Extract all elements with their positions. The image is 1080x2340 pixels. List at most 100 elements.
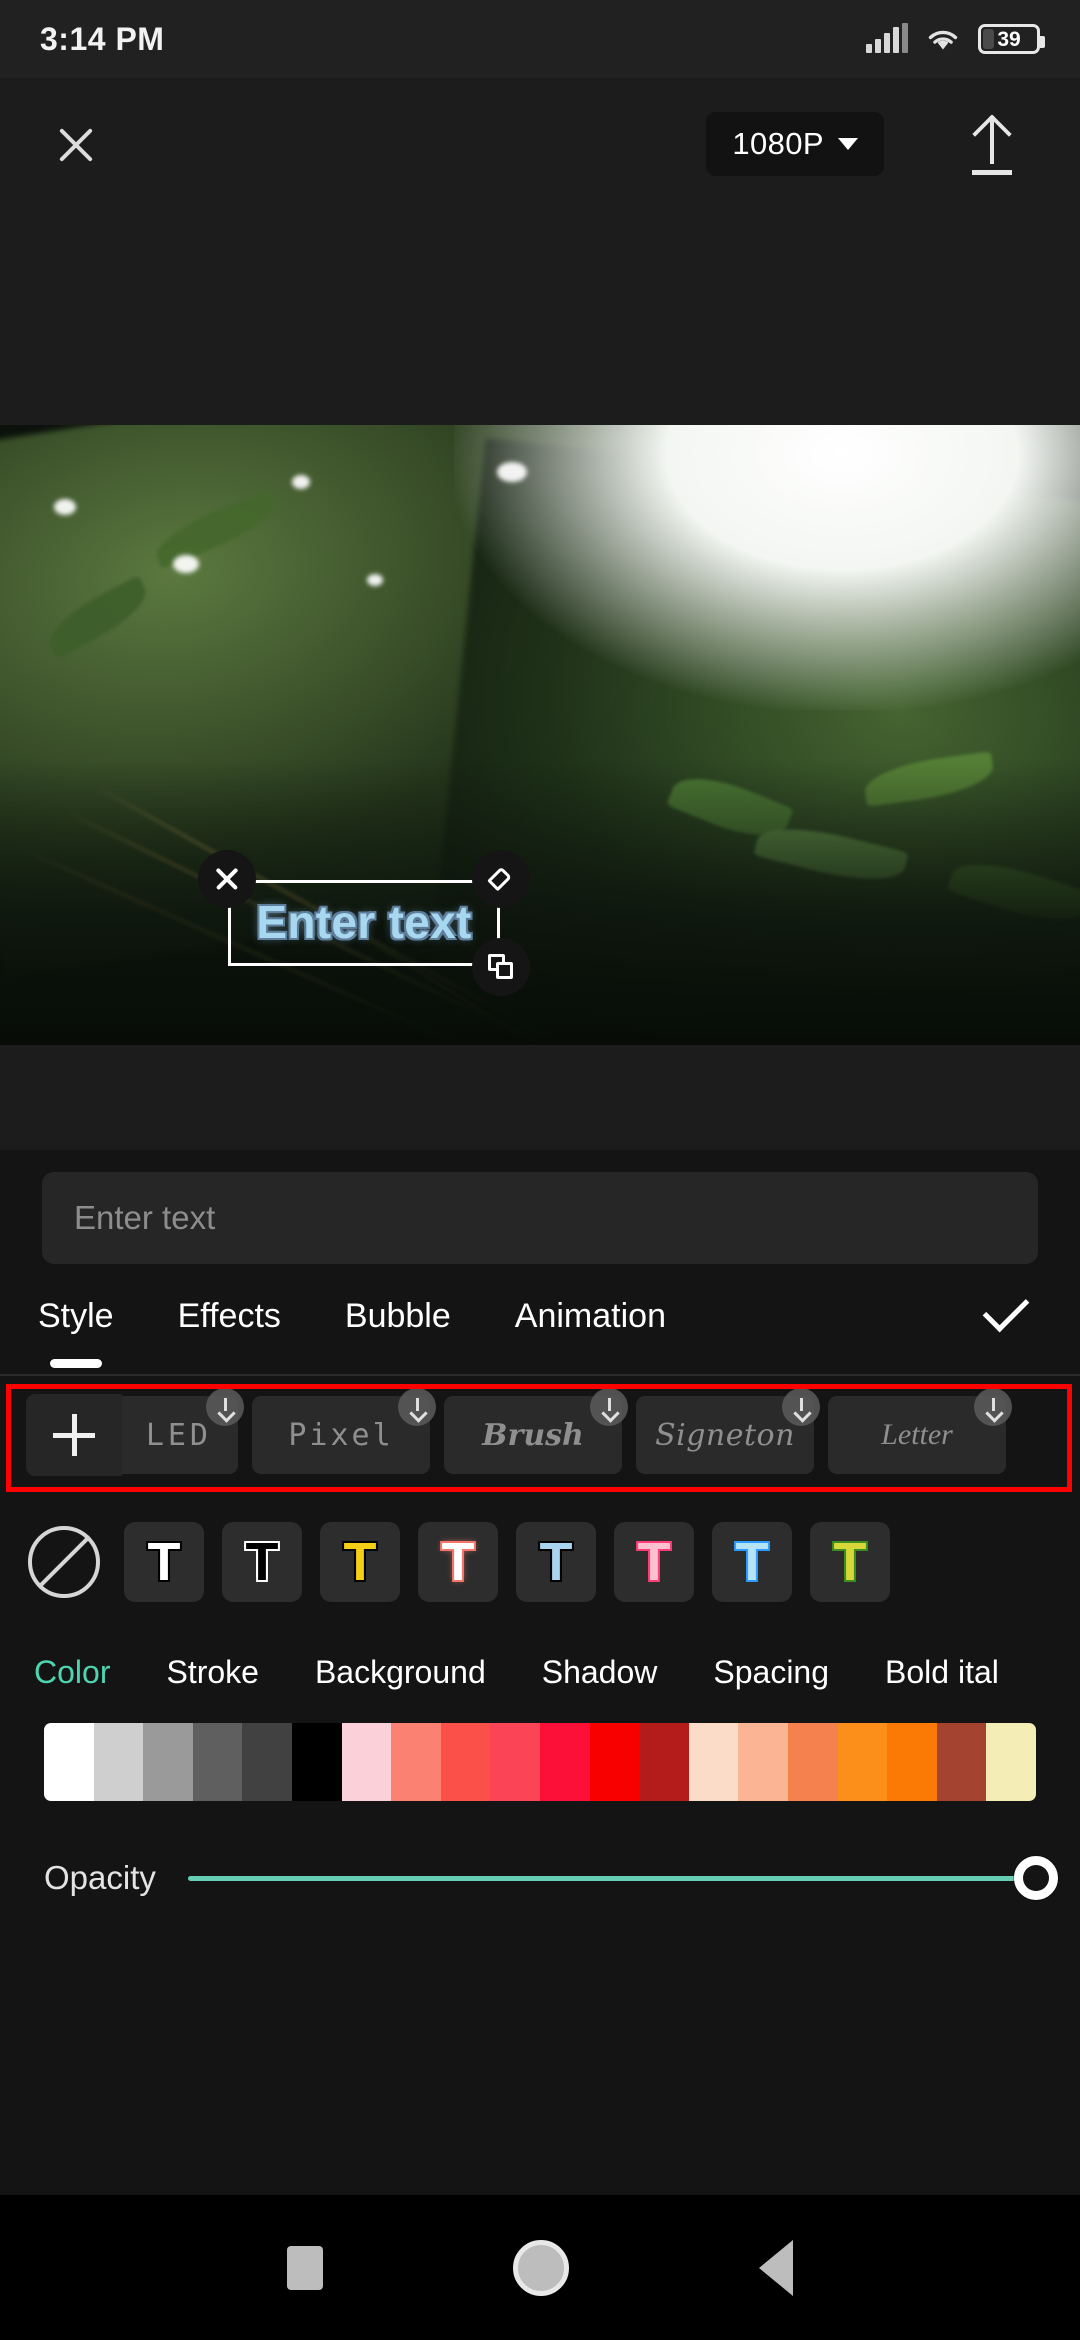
font-name-pixel: Pixel: [288, 1417, 394, 1453]
text-preset-white[interactable]: T: [124, 1522, 204, 1602]
font-card-signeton[interactable]: Signeton: [636, 1388, 820, 1474]
text-preset-red-glow[interactable]: T: [418, 1522, 498, 1602]
opacity-control: Opacity: [0, 1801, 1080, 1903]
color-swatch-12[interactable]: [639, 1723, 689, 1801]
font-name-letter: Letter: [881, 1418, 953, 1451]
tab-effects-label: Effects: [177, 1296, 281, 1335]
color-swatch-15[interactable]: [787, 1723, 838, 1801]
tab-active-indicator: [49, 1358, 102, 1368]
text-preset-row[interactable]: T T T T T T T T: [0, 1496, 1080, 1628]
opacity-label: Opacity: [44, 1859, 156, 1896]
triangle-back-icon[interactable]: [759, 2239, 793, 2296]
tab-bubble[interactable]: Bubble: [345, 1297, 451, 1344]
color-swatch-2[interactable]: [143, 1723, 193, 1801]
color-swatch-6[interactable]: [341, 1723, 392, 1801]
app-root: 3:14 PM 39 1080P Enter text Enter text S…: [0, 0, 1080, 2340]
property-tab-stroke[interactable]: Stroke: [166, 1654, 258, 1691]
tab-effects[interactable]: Effects: [178, 1297, 281, 1344]
font-name-brush: Brush: [482, 1417, 584, 1453]
property-tab-background[interactable]: Background: [315, 1654, 486, 1691]
duplicate-icon: [487, 953, 515, 981]
color-swatch-8[interactable]: [440, 1723, 491, 1801]
video-frame: [0, 425, 1080, 1045]
text-input[interactable]: [42, 1172, 1038, 1264]
download-arrow-icon[interactable]: [590, 1388, 628, 1426]
property-tab-shadow[interactable]: Shadow: [542, 1654, 658, 1691]
color-swatch-4[interactable]: [242, 1723, 292, 1801]
font-card-letter[interactable]: Letter: [828, 1388, 1012, 1474]
status-bar: 3:14 PM 39: [0, 0, 1080, 78]
checkmark-icon: [982, 1285, 1030, 1333]
text-overlay-delete-handle[interactable]: [198, 850, 256, 908]
export-upload-icon[interactable]: [956, 108, 1028, 180]
color-swatch-0[interactable]: [44, 1723, 94, 1801]
text-preset-pink[interactable]: T: [614, 1522, 694, 1602]
download-arrow-icon[interactable]: [974, 1388, 1012, 1426]
color-swatch-10[interactable]: [539, 1723, 590, 1801]
pencil-icon: [487, 866, 514, 892]
tab-bubble-label: Bubble: [344, 1296, 451, 1335]
text-overlay-widget[interactable]: Enter text: [198, 850, 530, 996]
text-preset-cyan-blue[interactable]: T: [712, 1522, 792, 1602]
color-swatch-1[interactable]: [93, 1723, 144, 1801]
circle-home-icon[interactable]: [513, 2239, 569, 2296]
opacity-slider[interactable]: [187, 1853, 1058, 1903]
color-swatch-19[interactable]: [986, 1723, 1036, 1801]
square-recents-icon[interactable]: [287, 2245, 323, 2290]
chevron-down-icon: [838, 138, 858, 150]
download-arrow-icon[interactable]: [206, 1388, 244, 1426]
tab-animation[interactable]: Animation: [515, 1297, 666, 1344]
top-toolbar: 1080P: [0, 78, 1080, 210]
color-swatch-18[interactable]: [936, 1723, 987, 1801]
font-name-signeton: Signeton: [655, 1417, 795, 1453]
wifi-icon: [928, 30, 958, 50]
color-swatch-17[interactable]: [887, 1723, 937, 1801]
text-overlay-duplicate-handle[interactable]: [472, 938, 530, 996]
font-card-brush[interactable]: Brush: [444, 1388, 628, 1474]
property-tab-row[interactable]: Color Stroke Background Shadow Spacing B…: [0, 1628, 1080, 1701]
battery-percent: 39: [997, 27, 1021, 51]
download-arrow-icon[interactable]: [398, 1388, 436, 1426]
color-swatch-row[interactable]: [44, 1723, 1036, 1801]
color-swatch-16[interactable]: [837, 1723, 888, 1801]
color-swatch-9[interactable]: [490, 1723, 540, 1801]
download-arrow-icon[interactable]: [782, 1388, 820, 1426]
plus-icon: [53, 1414, 95, 1456]
property-tab-color[interactable]: Color: [34, 1654, 110, 1691]
battery-icon: 39: [978, 24, 1045, 54]
panel-top-gap: [0, 1045, 1080, 1150]
property-tab-bold-italic[interactable]: Bold ital: [885, 1654, 999, 1691]
color-swatch-14[interactable]: [738, 1723, 788, 1801]
font-card-pixel[interactable]: Pixel: [252, 1388, 436, 1474]
color-swatch-3[interactable]: [192, 1723, 243, 1801]
text-overlay-edit-handle[interactable]: [472, 850, 530, 908]
text-preset-black-outline[interactable]: T: [222, 1522, 302, 1602]
editor-tab-bar: Style Effects Bubble Animation: [0, 1264, 1080, 1376]
add-font-button[interactable]: [26, 1394, 122, 1476]
close-icon[interactable]: [40, 108, 112, 180]
tab-animation-label: Animation: [514, 1296, 666, 1335]
text-preset-light-blue[interactable]: T: [516, 1522, 596, 1602]
tab-style-label: Style: [38, 1296, 114, 1335]
text-overlay-value[interactable]: Enter text: [256, 895, 471, 949]
tab-style[interactable]: Style: [38, 1296, 114, 1368]
color-swatch-5[interactable]: [291, 1723, 342, 1801]
quality-selector[interactable]: 1080P: [706, 112, 884, 176]
font-style-row[interactable]: LED Pixel Brush Signeton Letter: [0, 1376, 1080, 1496]
text-preset-yellow-green[interactable]: T: [810, 1522, 890, 1602]
close-icon: [212, 864, 242, 894]
font-card-led[interactable]: LED: [26, 1388, 244, 1476]
property-tab-spacing[interactable]: Spacing: [713, 1654, 829, 1691]
video-preview[interactable]: Enter text: [0, 425, 1080, 1045]
opacity-thumb[interactable]: [1014, 1856, 1058, 1900]
signal-bars-icon: [866, 23, 908, 53]
color-swatch-11[interactable]: [589, 1723, 640, 1801]
color-palette-container: [0, 1701, 1080, 1801]
color-swatch-13[interactable]: [688, 1723, 739, 1801]
text-preset-yellow[interactable]: T: [320, 1522, 400, 1602]
confirm-button[interactable]: [968, 1283, 1042, 1357]
opacity-fill: [187, 1875, 1036, 1881]
font-style-section: LED Pixel Brush Signeton Letter: [0, 1376, 1080, 1496]
color-swatch-7[interactable]: [391, 1723, 441, 1801]
no-style-circle-slash-icon[interactable]: [28, 1526, 100, 1598]
